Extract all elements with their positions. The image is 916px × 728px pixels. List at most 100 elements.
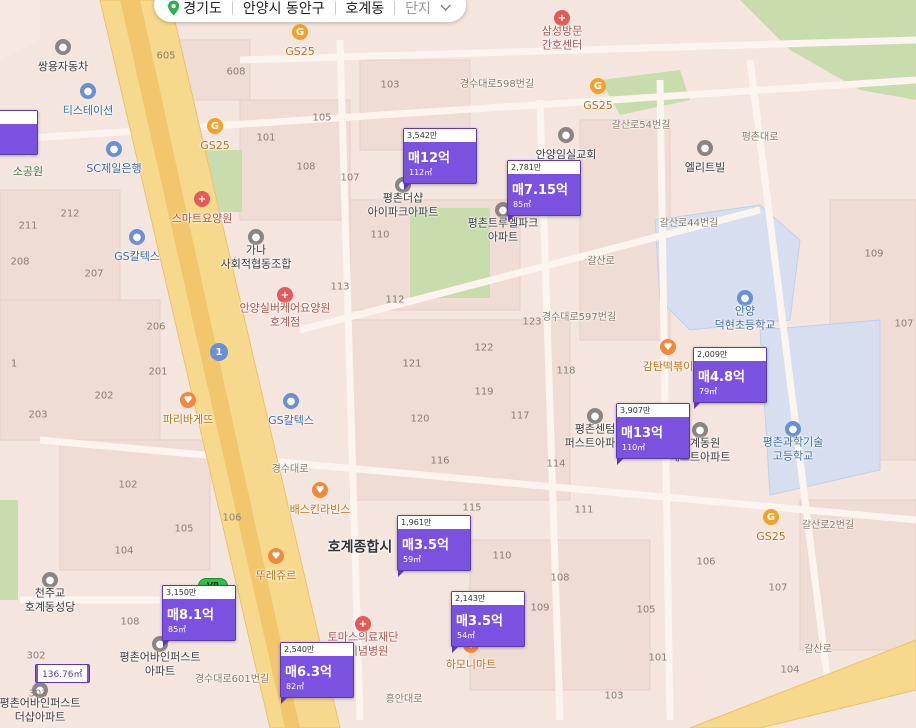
listing-card-partial-price xyxy=(0,124,37,154)
place-label[interactable]: GS25 xyxy=(756,530,786,544)
listing-area: 79㎡ xyxy=(699,387,718,396)
breadcrumb-region[interactable]: 경기도 xyxy=(183,0,222,18)
poi-gray-icon[interactable]: ● xyxy=(697,140,713,156)
listing-area: 59㎡ xyxy=(403,555,422,564)
breadcrumb-filter[interactable]: 단지 xyxy=(405,0,431,18)
listing-card[interactable]: 1,961만 매3.5억 59㎡ xyxy=(397,515,471,577)
listing-card[interactable]: 2,009만 매4.8억 79㎡ xyxy=(693,347,767,409)
place-label[interactable]: 삼성방문 간호센터 xyxy=(542,24,582,52)
listing-unit-price: 1,961만 xyxy=(398,516,470,529)
poi-orange-icon[interactable]: ♥ xyxy=(180,392,196,408)
place-label[interactable]: GS25 xyxy=(285,45,315,59)
block-number: 105 xyxy=(312,112,332,124)
poi-blue-icon[interactable]: ● xyxy=(80,83,96,99)
place-label[interactable]: 평촌어바인퍼스트 아파트 xyxy=(120,650,201,678)
block-number: 303 xyxy=(28,688,48,700)
block-number: 107 xyxy=(340,172,360,184)
place-label[interactable]: 하모니마트 xyxy=(446,658,497,672)
block-number: 106 xyxy=(696,556,716,568)
place-label[interactable]: 평촌과학기술 고등학교 xyxy=(763,435,824,463)
poi-orange-icon[interactable]: ♥ xyxy=(268,548,284,564)
listing-unit-price: 2,143만 xyxy=(452,592,524,605)
listing-price: 매13억 xyxy=(621,426,664,441)
listing-card[interactable]: 2,143만매3.5억 54㎡ xyxy=(451,591,525,653)
place-label[interactable]: 가나 사회적협동조합 xyxy=(221,243,292,271)
block-number: 101 xyxy=(256,132,276,144)
place-label[interactable]: 천주교 호계동성당 xyxy=(25,586,76,614)
poi-blue-icon[interactable]: ● xyxy=(106,141,122,157)
place-label[interactable]: 엘리트빌 xyxy=(685,161,725,175)
place-label[interactable]: GS칼텍스 xyxy=(114,250,160,264)
poi-gs-icon[interactable]: G xyxy=(763,509,779,525)
breadcrumb-dong[interactable]: 호계동 xyxy=(346,0,385,18)
block-number: 114 xyxy=(546,458,566,470)
block-number: 108 xyxy=(550,572,570,584)
place-label[interactable]: 평촌어바인퍼스트 더샵아파트 xyxy=(0,696,80,724)
block-number: 110 xyxy=(492,550,512,562)
location-pin-icon xyxy=(168,0,180,16)
block-number: 203 xyxy=(28,409,48,421)
poi-gs-icon[interactable]: G xyxy=(590,78,606,94)
block-number: 117 xyxy=(510,410,530,422)
poi-orange-icon[interactable]: ♥ xyxy=(660,339,676,355)
poi-gs-icon[interactable]: G xyxy=(207,118,223,134)
place-label[interactable]: 스마트요양원 xyxy=(172,212,233,226)
listing-area: 54㎡ xyxy=(457,631,476,640)
block-number: 118 xyxy=(556,365,576,377)
place-label[interactable]: 뚜레쥬르 xyxy=(256,569,296,583)
listing-card[interactable]: 2,540만 매6.3억 82㎡ xyxy=(280,642,354,704)
block-number: 120 xyxy=(410,413,430,425)
listing-card[interactable]: 3,150만 매8.1억 85㎡ xyxy=(162,585,236,647)
place-label[interactable]: 소공원 xyxy=(13,165,43,179)
block-number: 104 xyxy=(780,664,800,676)
road-label: 갈산로 xyxy=(587,255,615,267)
road-label: 갈산로54번길 xyxy=(611,119,671,131)
listing-area: 112㎡ xyxy=(409,168,433,177)
block-number: 105 xyxy=(174,523,194,535)
block-number: 212 xyxy=(60,208,80,220)
block-number: 101 xyxy=(648,652,668,664)
area-marker[interactable]: 136.76㎡ xyxy=(35,664,90,683)
block-number: 208 xyxy=(10,256,30,268)
block-number: 105 xyxy=(636,604,656,616)
poi-gs-icon[interactable]: G xyxy=(292,24,308,40)
poi-orange-icon[interactable]: ♥ xyxy=(312,482,328,498)
block-number: 605 xyxy=(156,50,176,62)
place-label[interactable]: GS칼텍스 xyxy=(268,414,314,428)
listing-price: 매8.1억 xyxy=(167,608,214,623)
place-label[interactable]: 안양 덕현초등학교 xyxy=(715,304,776,332)
place-label[interactable]: GS25 xyxy=(200,139,230,153)
road-label: 흥안대로 xyxy=(385,693,423,705)
poi-blue-icon[interactable]: ● xyxy=(283,393,299,409)
place-label[interactable]: 파리바게뜨 xyxy=(163,413,214,427)
place-label[interactable]: SC제일은행 xyxy=(86,162,141,176)
breadcrumb-city[interactable]: 안양시 동안구 xyxy=(243,0,325,18)
poi-gray-icon[interactable]: ● xyxy=(558,127,574,143)
block-number: 108 xyxy=(296,161,316,173)
block-number: 107 xyxy=(768,582,788,594)
listing-price: 매3.5억 xyxy=(456,614,503,629)
place-label[interactable]: 평촌더샵 아이파크아파트 xyxy=(368,191,439,219)
listing-card[interactable]: 3,542만 매12억 112㎡ xyxy=(403,128,477,190)
listing-card[interactable]: 2,781만 매7.15억 85㎡ xyxy=(507,160,581,222)
place-label[interactable]: 감탄떡볶이 xyxy=(643,360,694,374)
poi-gray-icon[interactable]: ● xyxy=(55,39,71,55)
block-number: 103 xyxy=(604,690,624,702)
road-label: 평촌대로 xyxy=(741,131,779,143)
place-label[interactable]: 배스킨라빈스 xyxy=(290,503,351,517)
listing-card[interactable]: 3,907만 매13억 110㎡ xyxy=(616,403,690,465)
place-label[interactable]: 평촌트루엘파크 아파트 xyxy=(468,216,539,244)
listing-card-partial[interactable] xyxy=(0,110,38,155)
place-label[interactable]: 안양실버케어요양원 호계점 xyxy=(239,301,330,329)
block-number: 115 xyxy=(462,502,482,514)
chevron-down-icon[interactable] xyxy=(439,3,452,13)
poi-blue-icon[interactable]: ● xyxy=(129,229,145,245)
place-label[interactable]: 쌍용자동차 xyxy=(38,60,89,74)
place-label[interactable]: 티스테이션 xyxy=(63,104,114,118)
road-label: 갈산로 xyxy=(804,643,832,655)
poi-red-icon[interactable]: + xyxy=(194,191,210,207)
place-label[interactable]: GS25 xyxy=(583,99,613,113)
listing-area: 85㎡ xyxy=(513,200,532,209)
block-number: 113 xyxy=(330,281,350,293)
listing-area: 82㎡ xyxy=(286,682,305,691)
